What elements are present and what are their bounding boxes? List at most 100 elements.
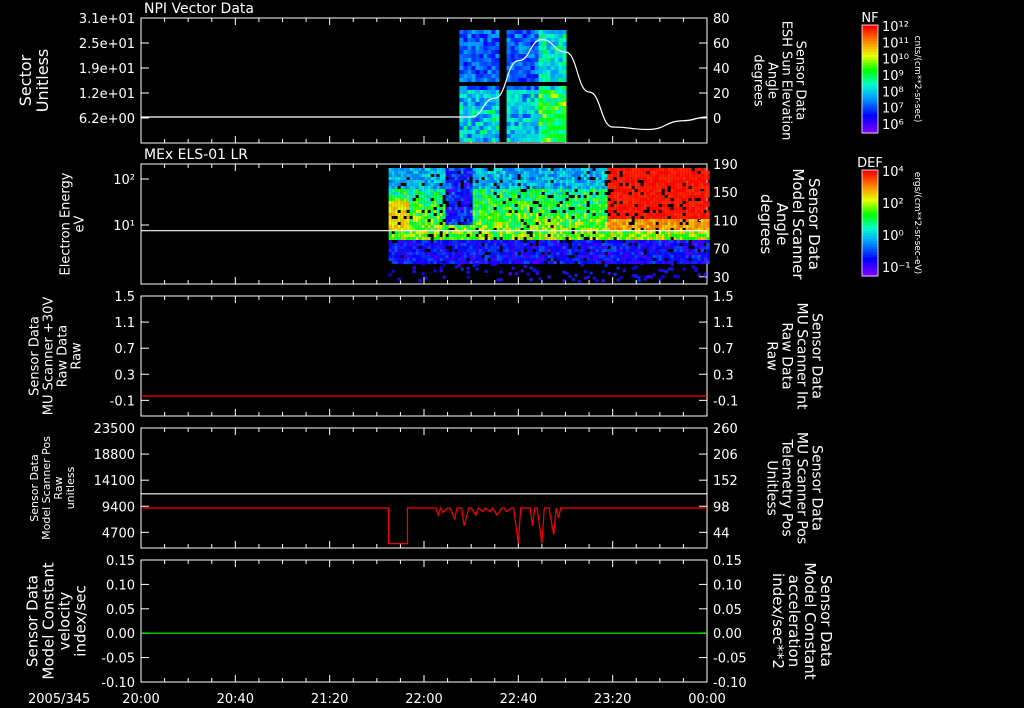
heatmap-cell bbox=[442, 210, 446, 213]
heatmap-cell bbox=[495, 66, 500, 70]
heatmap-cell bbox=[427, 171, 431, 174]
panel-2-title: MEx ELS-01 LR bbox=[144, 147, 248, 163]
heatmap-cell bbox=[415, 246, 419, 249]
heatmap-cell bbox=[556, 195, 560, 198]
heatmap-cell bbox=[646, 231, 650, 234]
heatmap-cell bbox=[448, 252, 452, 255]
heatmap-cell bbox=[481, 249, 485, 252]
heatmap-cell bbox=[505, 243, 509, 246]
heatmap-cell bbox=[670, 177, 674, 180]
heatmap-cell bbox=[610, 237, 614, 240]
heatmap-cell bbox=[589, 171, 593, 174]
heatmap-cell bbox=[562, 249, 566, 252]
heatmap-cell bbox=[388, 186, 392, 189]
heatmap-cell bbox=[622, 252, 626, 255]
heatmap-cell bbox=[568, 274, 572, 278]
heatmap-cell bbox=[562, 186, 566, 189]
heatmap-cell bbox=[475, 207, 479, 210]
heatmap-cell bbox=[424, 207, 428, 210]
heatmap-cell bbox=[574, 213, 578, 216]
heatmap-cell bbox=[553, 168, 557, 171]
y-tick-label-left: 1.1 bbox=[114, 316, 135, 331]
heatmap-cell bbox=[691, 216, 695, 219]
heatmap-cell bbox=[397, 234, 401, 237]
heatmap-cell bbox=[604, 216, 608, 219]
heatmap-cell bbox=[388, 192, 392, 195]
heatmap-cell bbox=[550, 130, 555, 134]
heatmap-cell bbox=[495, 34, 500, 38]
heatmap-cell bbox=[640, 195, 644, 198]
heatmap-cell bbox=[550, 252, 554, 255]
heatmap-cell bbox=[550, 66, 555, 70]
heatmap-cell bbox=[577, 192, 581, 195]
heatmap-cell bbox=[571, 183, 575, 186]
heatmap-cell bbox=[502, 192, 506, 195]
heatmap-cell bbox=[506, 110, 511, 114]
heatmap-cell bbox=[661, 258, 665, 261]
heatmap-cell bbox=[544, 252, 548, 255]
heatmap-cell bbox=[469, 195, 473, 198]
heatmap-cell bbox=[505, 249, 509, 252]
heatmap-cell bbox=[520, 261, 524, 264]
heatmap-cell bbox=[463, 249, 467, 252]
heatmap-cell bbox=[580, 171, 584, 174]
heatmap-cell bbox=[388, 174, 392, 177]
heatmap-cell bbox=[592, 243, 596, 246]
heatmap-cell bbox=[562, 195, 566, 198]
heatmap-cell bbox=[479, 130, 484, 134]
heatmap-cell bbox=[514, 252, 518, 255]
heatmap-cell bbox=[589, 189, 593, 192]
heatmap-cell bbox=[640, 171, 644, 174]
heatmap-cell bbox=[664, 171, 668, 174]
heatmap-cell bbox=[541, 174, 545, 177]
heatmap-cell bbox=[490, 204, 494, 207]
heatmap-cell bbox=[655, 261, 659, 264]
heatmap-cell bbox=[430, 222, 434, 225]
heatmap-cell bbox=[502, 198, 506, 201]
heatmap-cell bbox=[658, 198, 662, 201]
heatmap-cell bbox=[511, 225, 515, 228]
heatmap-cell bbox=[652, 246, 656, 249]
heatmap-cell bbox=[478, 171, 482, 174]
heatmap-cell bbox=[565, 183, 569, 186]
heatmap-cell bbox=[631, 231, 635, 234]
heatmap-cell bbox=[454, 246, 458, 249]
heatmap-cell bbox=[541, 219, 545, 222]
heatmap-cell bbox=[565, 255, 569, 258]
heatmap-cell bbox=[403, 171, 407, 174]
heatmap-cell bbox=[442, 258, 446, 261]
heatmap-cell bbox=[514, 138, 519, 142]
heatmap-cell bbox=[649, 174, 653, 177]
heatmap-cell bbox=[601, 258, 605, 261]
heatmap-cell bbox=[571, 189, 575, 192]
heatmap-cell bbox=[457, 234, 461, 237]
heatmap-cell bbox=[493, 186, 497, 189]
heatmap-cell bbox=[526, 94, 531, 98]
heatmap-cell bbox=[700, 213, 704, 216]
heatmap-cell bbox=[643, 258, 647, 261]
heatmap-cell bbox=[580, 249, 584, 252]
heatmap-cell bbox=[454, 195, 458, 198]
heatmap-cell bbox=[634, 237, 638, 240]
heatmap-cell bbox=[652, 219, 656, 222]
heatmap-cell bbox=[532, 180, 536, 183]
heatmap-cell bbox=[439, 219, 443, 222]
heatmap-cell bbox=[694, 207, 698, 210]
heatmap-cell bbox=[622, 180, 626, 183]
heatmap-cell bbox=[643, 243, 647, 246]
heatmap-cell bbox=[598, 186, 602, 189]
heatmap-cell bbox=[688, 174, 692, 177]
heatmap-cell bbox=[522, 50, 527, 54]
heatmap-cell bbox=[459, 98, 464, 102]
heatmap-cell bbox=[607, 252, 611, 255]
heatmap-cell bbox=[652, 249, 656, 252]
heatmap-cell bbox=[601, 222, 605, 225]
heatmap-cell bbox=[424, 204, 428, 207]
heatmap-cell bbox=[703, 273, 707, 277]
heatmap-cell bbox=[556, 180, 560, 183]
heatmap-cell bbox=[439, 225, 443, 228]
heatmap-cell bbox=[478, 177, 482, 180]
heatmap-cell bbox=[511, 210, 515, 213]
heatmap-cell bbox=[679, 237, 683, 240]
heatmap-cell bbox=[397, 183, 401, 186]
